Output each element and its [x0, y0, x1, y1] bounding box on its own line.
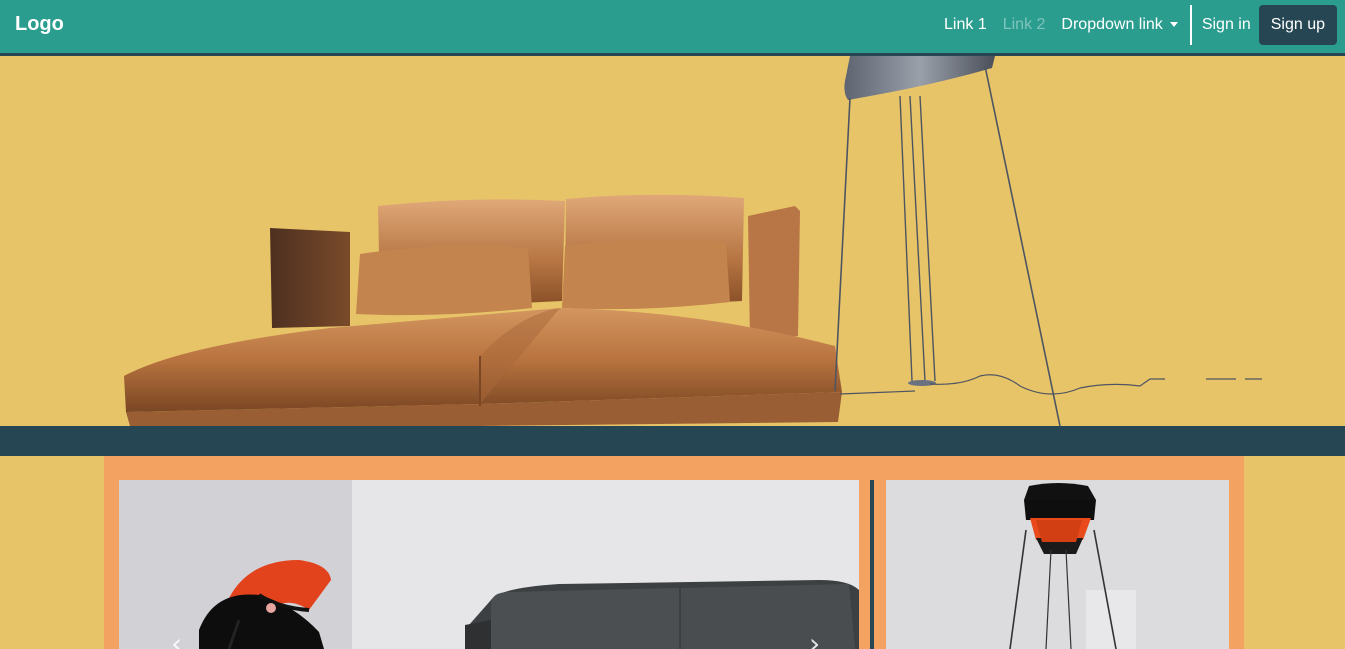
- hero-banner: [0, 56, 1345, 426]
- hero-sofa-lamp-image: [124, 56, 1262, 426]
- divider-band: [0, 426, 1345, 456]
- nav-link-2: Link 2: [1002, 16, 1046, 33]
- brand-logo[interactable]: Logo: [15, 13, 64, 36]
- carousel-prev-icon[interactable]: ‹: [171, 630, 182, 649]
- carousel-next-icon[interactable]: ›: [809, 630, 820, 649]
- lamp-card: [886, 480, 1229, 649]
- nav-divider: [1189, 5, 1192, 45]
- dropdown-label: Dropdown link: [1061, 16, 1163, 33]
- product-panel: ‹ ›: [104, 456, 1244, 649]
- nav-link-1[interactable]: Link 1: [936, 16, 995, 34]
- sofa-chair-image: [119, 480, 859, 649]
- caret-down-icon: [1169, 21, 1178, 27]
- carousel-slide: ‹ ›: [119, 480, 859, 649]
- pendant-lamp-image: [1009, 483, 1136, 649]
- signin-link[interactable]: Sign in: [1194, 16, 1259, 34]
- nav-menu: Link 1 Link 2 Dropdown link Sign in Sign…: [936, 5, 1337, 45]
- card-separator: [870, 480, 874, 649]
- navbar: Logo Link 1 Link 2 Dropdown link Sign in…: [0, 0, 1345, 56]
- dropdown-toggle[interactable]: Dropdown link: [1053, 16, 1185, 34]
- signup-button[interactable]: Sign up: [1258, 5, 1337, 45]
